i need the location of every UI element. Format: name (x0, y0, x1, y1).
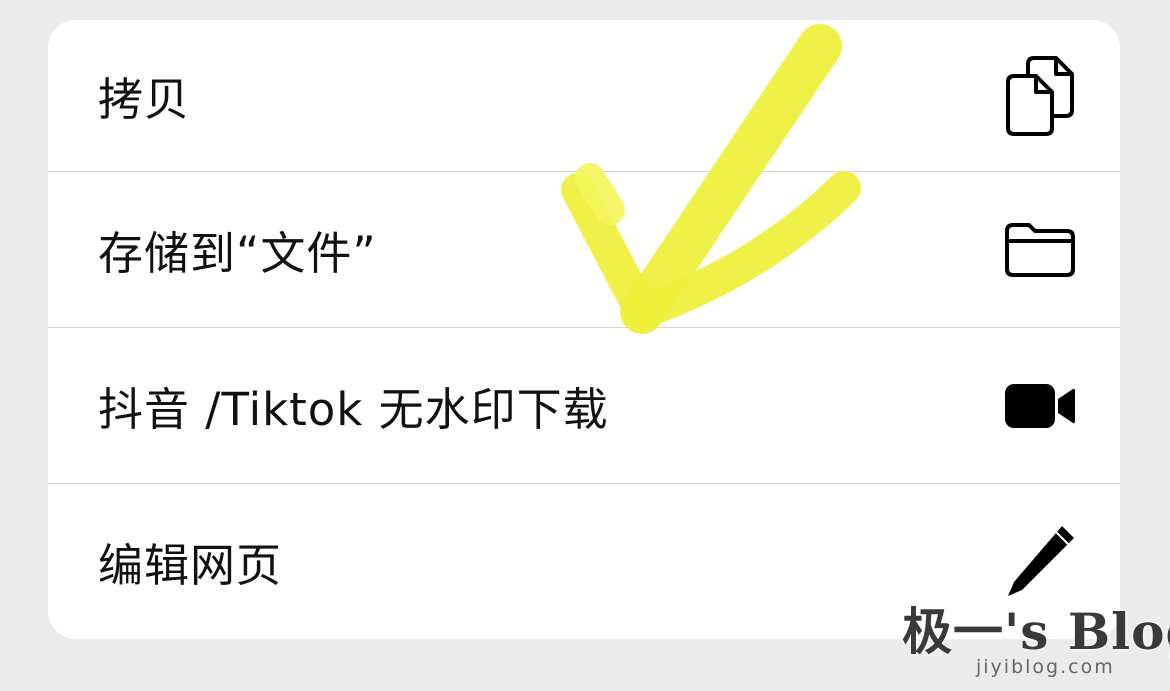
video-camera-icon (1000, 366, 1080, 446)
menu-item-copy[interactable]: 拷贝 (48, 20, 1120, 171)
menu-item-label: 拷贝 (98, 73, 191, 126)
action-sheet: 拷贝 存储到“文件” 抖音 /Tiktok 无水印下载 编辑网页 (48, 20, 1120, 639)
menu-item-label: 编辑网页 (98, 539, 283, 592)
menu-item-save-to-files[interactable]: 存储到“文件” (48, 172, 1120, 327)
menu-item-edit-webpage[interactable]: 编辑网页 (48, 484, 1120, 639)
menu-item-label: 抖音 /Tiktok 无水印下载 (98, 383, 609, 436)
pencil-icon (1000, 522, 1080, 602)
folder-icon (1000, 210, 1080, 290)
menu-item-tiktok-download[interactable]: 抖音 /Tiktok 无水印下载 (48, 328, 1120, 483)
menu-item-label: 存储到“文件” (98, 227, 377, 280)
copy-icon (1000, 55, 1080, 136)
watermark-url: jiyiblog.com (976, 656, 1115, 678)
